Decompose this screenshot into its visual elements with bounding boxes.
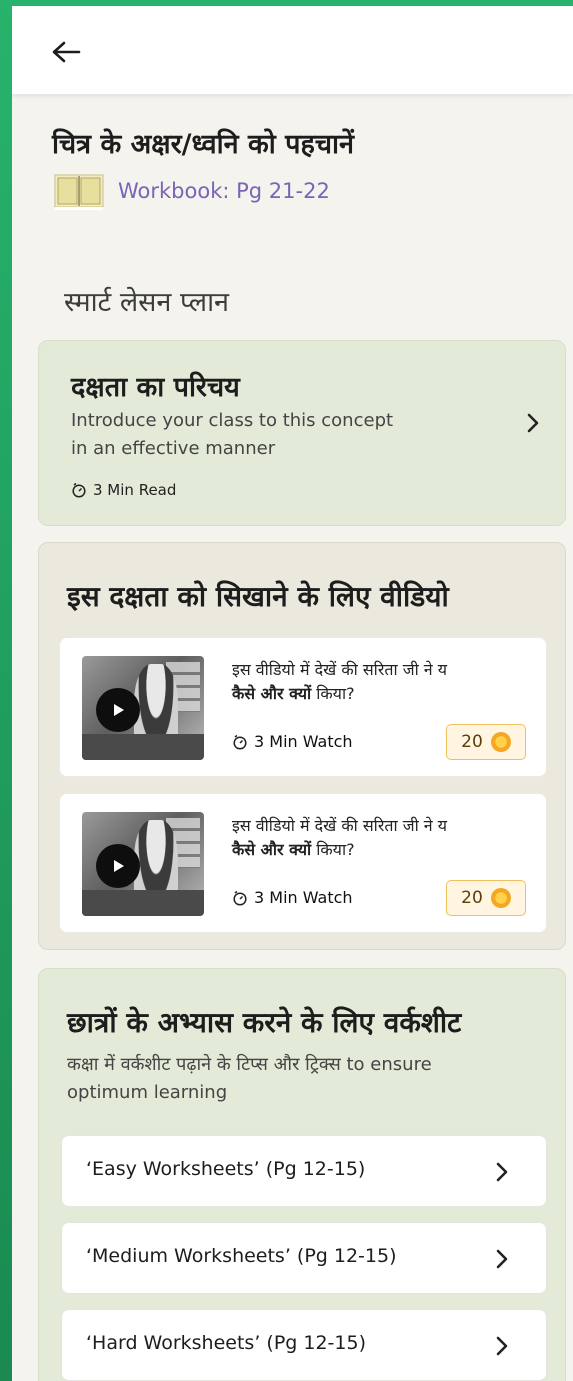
coin-badge: 20 [446, 880, 526, 916]
worksheet-item-medium[interactable]: ‘Medium Worksheets’ (Pg 12-15) [61, 1222, 547, 1294]
coin-count: 20 [461, 732, 483, 752]
intro-card-title: दक्षता का परिचय [71, 372, 240, 403]
worksheet-item-hard[interactable]: ‘Hard Worksheets’ (Pg 12-15) [61, 1309, 547, 1381]
intro-card-description: Introduce your class to this concept in … [71, 410, 394, 459]
coin-badge: 20 [446, 724, 526, 760]
worksheets-card-description: कक्षा में वर्कशीट पढ़ाने के टिप्स और ट्र… [67, 1054, 432, 1103]
coin-icon [490, 732, 511, 752]
coin-icon [490, 888, 511, 908]
video-description: इस वीडियो में देखें की सरिता जी ने य कैस… [232, 660, 448, 703]
worksheets-card: छात्रों के अभ्यास करने के लिए वर्कशीट कक… [38, 968, 566, 1381]
worksheet-item-label: ‘Easy Worksheets’ (Pg 12-15) [86, 1158, 366, 1180]
chevron-right-icon [492, 1160, 512, 1184]
timer-icon [233, 734, 247, 750]
play-button[interactable] [96, 688, 140, 732]
open-book-icon [54, 174, 104, 210]
worksheet-item-easy[interactable]: ‘Easy Worksheets’ (Pg 12-15) [61, 1135, 547, 1207]
back-button[interactable] [46, 32, 86, 72]
intro-card[interactable]: दक्षता का परिचय Introduce your class to … [38, 340, 566, 526]
timer-icon [72, 482, 86, 498]
video-meta: 3 Min Watch [232, 732, 353, 751]
chevron-right-icon [492, 1247, 512, 1271]
play-icon [114, 860, 124, 872]
workbook-reference[interactable]: Workbook: Pg 21-22 [54, 172, 330, 210]
workbook-label: Workbook: Pg 21-22 [118, 179, 330, 203]
section-heading: स्मार्ट लेसन प्लान [64, 287, 230, 318]
video-item[interactable]: इस वीडियो में देखें की सरिता जी ने य कैस… [59, 793, 547, 933]
read-time: 3 Min Read [93, 481, 177, 499]
app-bar [12, 6, 573, 94]
watch-time: 3 Min Watch [254, 888, 353, 907]
coin-count: 20 [461, 888, 483, 908]
chevron-right-icon [492, 1334, 512, 1358]
watch-time: 3 Min Watch [254, 732, 353, 751]
app-screen: चित्र के अक्षर/ध्वनि को पहचानें Workbook… [12, 6, 573, 1381]
videos-card-title: इस दक्षता को सिखाने के लिए वीडियो [67, 580, 449, 613]
worksheet-item-label: ‘Hard Worksheets’ (Pg 12-15) [86, 1332, 366, 1354]
chevron-right-icon [523, 411, 543, 435]
page-title: चित्र के अक्षर/ध्वनि को पहचानें [52, 129, 354, 160]
worksheets-card-title: छात्रों के अभ्यास करने के लिए वर्कशीट [67, 1006, 462, 1039]
video-meta: 3 Min Watch [232, 888, 353, 907]
arrow-left-icon [52, 41, 81, 63]
play-icon [114, 704, 124, 716]
intro-card-meta: 3 Min Read [71, 481, 176, 499]
video-description: इस वीडियो में देखें की सरिता जी ने य कैस… [232, 816, 448, 859]
videos-card: इस दक्षता को सिखाने के लिए वीडियो इस वीड… [38, 542, 566, 950]
video-item[interactable]: इस वीडियो में देखें की सरिता जी ने य कैस… [59, 637, 547, 777]
play-button[interactable] [96, 844, 140, 888]
timer-icon [233, 890, 247, 906]
worksheet-item-label: ‘Medium Worksheets’ (Pg 12-15) [86, 1245, 397, 1267]
